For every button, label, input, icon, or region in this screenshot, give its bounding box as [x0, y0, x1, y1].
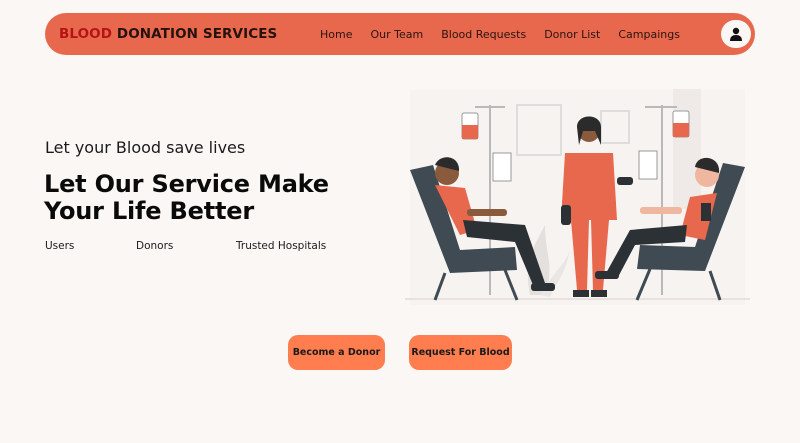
- stat-donors-label: Donors: [136, 240, 174, 252]
- nav-link-home[interactable]: Home: [320, 28, 352, 41]
- nav-link-blood-requests[interactable]: Blood Requests: [441, 28, 526, 41]
- brand-part-blood: BLOOD: [59, 26, 113, 42]
- nav-link-campaings[interactable]: Campaings: [618, 28, 680, 41]
- user-avatar-icon: [730, 27, 742, 41]
- hero-tagline: Let your Blood save lives: [45, 138, 246, 157]
- request-blood-button[interactable]: Request For Blood: [409, 335, 512, 370]
- blood-donation-illustration: [405, 89, 750, 305]
- stat-hospitals-label: Trusted Hospitals: [236, 240, 327, 252]
- profile-button[interactable]: [721, 20, 751, 48]
- stat-users-label: Users: [45, 240, 75, 252]
- become-donor-button[interactable]: Become a Donor: [288, 335, 385, 370]
- brand-part-services: DONATION SERVICES: [116, 26, 278, 42]
- brand-logo[interactable]: BLOOD DONATION SERVICES: [59, 13, 277, 55]
- hero-headline: Let Our Service Make Your Life Better: [44, 170, 329, 225]
- nav-link-our-team[interactable]: Our Team: [370, 28, 423, 41]
- nav-link-donor-list[interactable]: Donor List: [544, 28, 600, 41]
- nav-links: Home Our Team Blood Requests Donor List …: [320, 13, 698, 55]
- navbar: BLOOD DONATION SERVICES Home Our Team Bl…: [45, 13, 755, 55]
